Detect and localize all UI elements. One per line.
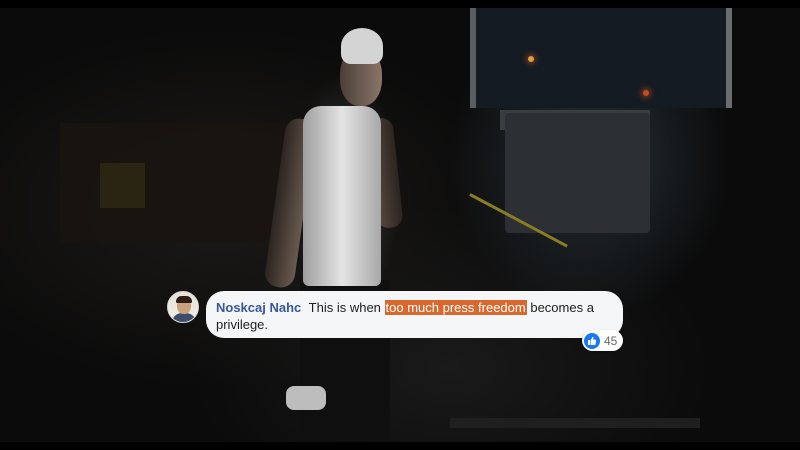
avatar[interactable] <box>167 291 199 323</box>
background-light <box>643 90 649 96</box>
background-window <box>470 8 732 108</box>
reaction-count: 45 <box>604 333 618 348</box>
like-icon <box>584 332 600 349</box>
person-tank-top <box>303 106 381 286</box>
avatar-shirt <box>172 313 196 322</box>
comment-author[interactable]: Noskcaj Nahc <box>216 300 301 315</box>
background-box <box>505 113 650 233</box>
video-frame <box>0 8 800 442</box>
background-light <box>528 56 534 62</box>
comment-highlight: too much press freedom <box>384 300 527 315</box>
reaction-badge[interactable]: 45 <box>582 330 624 351</box>
comment-bubble: Noskcaj Nahc This is when too much press… <box>206 291 623 338</box>
background-floor <box>450 418 700 428</box>
person-shoe <box>286 386 326 410</box>
avatar-hair <box>176 296 192 303</box>
comment-text: This is when <box>308 300 381 315</box>
background-sign <box>100 163 145 208</box>
person-cap <box>341 28 383 64</box>
